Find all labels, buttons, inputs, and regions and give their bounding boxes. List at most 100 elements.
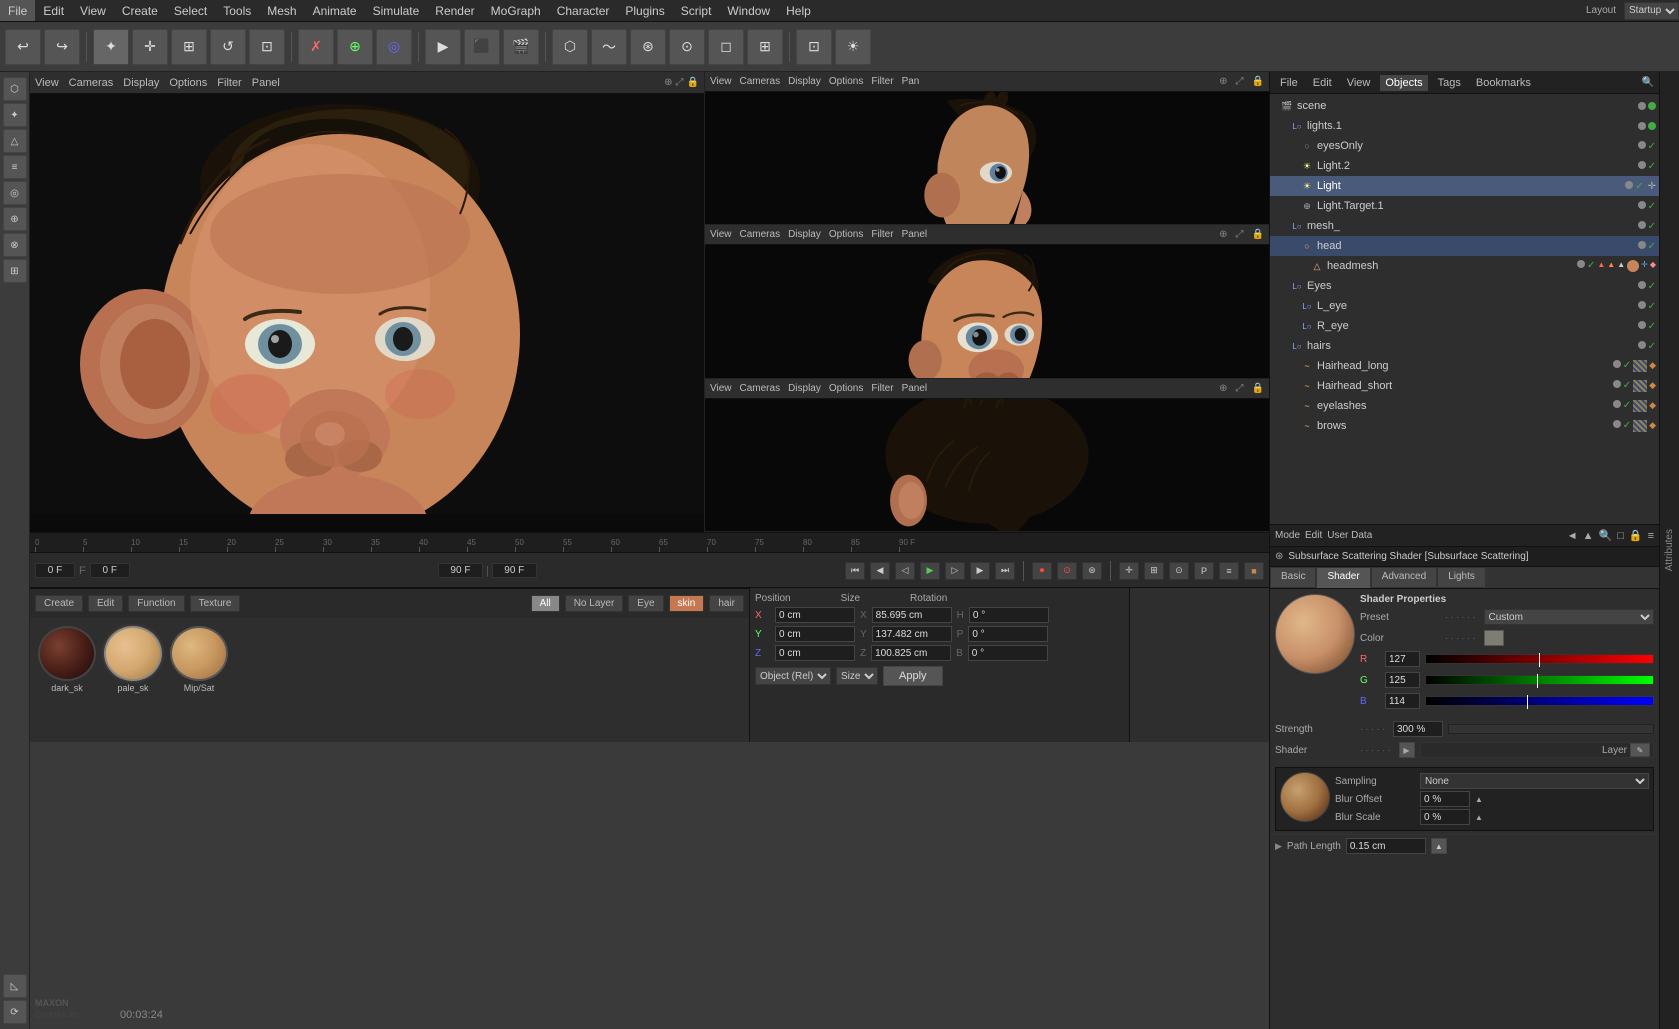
prev-key-button[interactable]: ◁ [895,562,915,580]
br-options[interactable]: Options [829,383,863,394]
tr-display[interactable]: Display [788,76,821,87]
mr-display[interactable]: Display [788,229,821,240]
tree-item-headmesh[interactable]: △ headmesh ✓ ▲ ▲ ▲ ✛ ◆ [1270,256,1659,276]
tr-pan[interactable]: Pan [902,76,920,87]
end-frame-input[interactable] [438,563,483,578]
menu-item-character[interactable]: Character [549,0,618,21]
goto-end-button[interactable]: ⏭ [995,562,1015,580]
shader-tab-shader[interactable]: Shader [1316,567,1370,588]
r-slider-track[interactable] [1425,654,1654,664]
menu-item-select[interactable]: Select [166,0,215,21]
tree-item-light2[interactable]: ☀ Light.2 ✓ [1270,156,1659,176]
redo-button[interactable]: ↪ [44,29,80,65]
tree-item-eyesonly[interactable]: ○ eyesOnly ✓ [1270,136,1659,156]
vi-lock[interactable]: 🔒 [687,77,699,88]
tree-item-hairhead-short[interactable]: ~ Hairhead_short ✓ ◆ [1270,376,1659,396]
main-viewport-options[interactable]: Options [169,77,207,89]
rp-tab-tags[interactable]: Tags [1433,75,1466,91]
size-z-input[interactable] [871,645,951,661]
select-tool[interactable]: ✦ [93,29,129,65]
br-view[interactable]: View [710,383,732,394]
tr-icon2[interactable]: ⤢ [1236,76,1244,87]
goto-start-button[interactable]: ⏮ [845,562,865,580]
rp-tab-objects[interactable]: Objects [1380,75,1427,91]
deformer-tool[interactable]: ⊛ [630,29,666,65]
render-view-button[interactable]: ▶ [425,29,461,65]
tr-view[interactable]: View [710,76,732,87]
main-viewport-panel[interactable]: Panel [252,77,280,89]
g-slider-track[interactable] [1425,675,1654,685]
mr-icon1[interactable]: ⊕ [1219,229,1227,240]
tree-item-head[interactable]: ○ head ✓ [1270,236,1659,256]
left-tool-7[interactable]: ⊗ [3,233,27,257]
mode-lock-icon[interactable]: 🔒 [1629,529,1643,542]
userdata-tab[interactable]: User Data [1327,530,1372,541]
br-icon1[interactable]: ⊕ [1219,383,1227,394]
axis-x-button[interactable]: ✗ [298,29,334,65]
br-icon3[interactable]: 🔒 [1252,383,1264,394]
fps-input[interactable] [492,563,537,578]
scale-tool[interactable]: ⊞ [171,29,207,65]
blur-offset-input[interactable] [1420,791,1470,807]
move-tool[interactable]: ✛ [132,29,168,65]
key-all-button[interactable]: ⊛ [1082,562,1102,580]
pos-y-input[interactable] [775,626,855,642]
menu-item-render[interactable]: Render [427,0,482,21]
tree-item-r-eye[interactable]: L○ R_eye ✓ [1270,316,1659,336]
bottom-right-viewport[interactable]: View Cameras Display Options Filter Pane… [705,379,1269,532]
filter-no-layer[interactable]: No Layer [565,595,624,612]
mr-panel[interactable]: Panel [902,229,928,240]
tl-tool3[interactable]: ⊙ [1169,562,1189,580]
size-x-input[interactable] [872,607,952,623]
rp-tab-bookmarks[interactable]: Bookmarks [1471,75,1536,91]
path-length-btn[interactable]: ▲ [1431,838,1447,854]
br-icon2[interactable]: ⤢ [1236,383,1244,394]
tr-filter[interactable]: Filter [871,76,893,87]
tree-item-hairs[interactable]: L○ hairs ✓ [1270,336,1659,356]
edit-tab-mode[interactable]: Edit [1305,530,1322,541]
apply-button[interactable]: Apply [883,666,943,686]
rot-z-input[interactable] [968,645,1048,661]
cube-tool[interactable]: ⬡ [552,29,588,65]
filter-skin[interactable]: skin [669,595,705,612]
main-viewport-display[interactable]: Display [123,77,159,89]
tree-item-brows[interactable]: ~ brows ✓ ◆ [1270,416,1659,436]
menu-item-create[interactable]: Create [114,0,166,21]
blur-scale-input[interactable] [1420,809,1470,825]
menu-item-file[interactable]: File [0,0,35,21]
size-y-input[interactable] [872,626,952,642]
mode-frame-icon[interactable]: □ [1617,530,1624,542]
r-input[interactable]: 127 [1385,651,1420,667]
attributes-label[interactable]: Attributes [1664,529,1675,571]
left-tool-8[interactable]: ⊞ [3,259,27,283]
mode-search-icon[interactable]: 🔍 [1599,529,1613,542]
mr-icon3[interactable]: 🔒 [1252,229,1264,240]
menu-item-simulate[interactable]: Simulate [365,0,428,21]
pos-z-input[interactable] [775,645,855,661]
menu-item-script[interactable]: Script [673,0,720,21]
menu-item-mesh[interactable]: Mesh [259,0,304,21]
snap-tool[interactable]: ⊡ [796,29,832,65]
edit-tab[interactable]: Edit [88,595,123,612]
br-filter[interactable]: Filter [871,383,893,394]
layer-edit-btn[interactable]: ✎ [1630,743,1650,757]
br-display[interactable]: Display [788,383,821,394]
pos-x-input[interactable] [775,607,855,623]
vi-add[interactable]: ⊕ [664,77,672,88]
tr-options[interactable]: Options [829,76,863,87]
tl-tool5[interactable]: ≡ [1219,562,1239,580]
field-tool[interactable]: ⊙ [669,29,705,65]
record-button[interactable]: ⏺ [1032,562,1052,580]
rot-x-input[interactable] [969,607,1049,623]
next-key-button[interactable]: ▷ [945,562,965,580]
left-tool-6[interactable]: ⊕ [3,207,27,231]
rp-tab-file[interactable]: File [1275,75,1303,91]
menu-item-edit[interactable]: Edit [35,0,72,21]
prev-frame-button[interactable]: ◀ [870,562,890,580]
current-frame-input[interactable] [35,563,75,578]
filter-eye[interactable]: Eye [628,595,663,612]
tr-icon3[interactable]: 🔒 [1252,76,1264,87]
main-viewport-filter[interactable]: Filter [217,77,241,89]
undo-button[interactable]: ↩ [5,29,41,65]
render-region-button[interactable]: ⬛ [464,29,500,65]
